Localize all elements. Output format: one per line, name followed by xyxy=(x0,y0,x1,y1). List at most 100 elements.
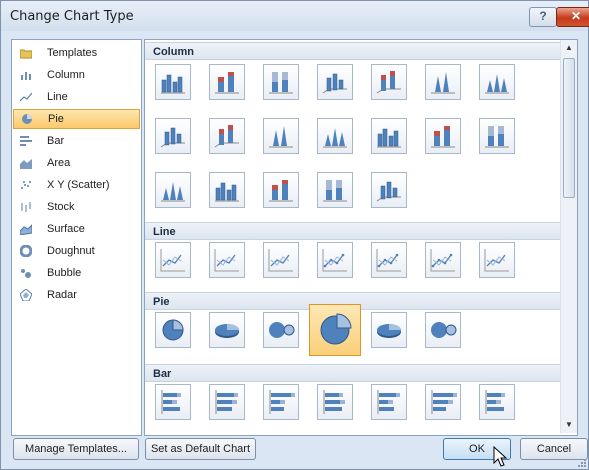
column-chart-icon xyxy=(20,69,32,81)
bar-subtype-thumbnail[interactable] xyxy=(209,384,245,420)
column-chart-icon xyxy=(269,126,293,148)
category-item-x-y-scatter-[interactable]: X Y (Scatter) xyxy=(13,175,140,195)
line-chart-icon xyxy=(322,249,347,272)
pie-chart-icon xyxy=(431,322,457,338)
category-item-bubble[interactable]: Bubble xyxy=(13,263,140,283)
line-subtype-thumbnail[interactable] xyxy=(425,242,461,278)
column-subtype-thumbnail[interactable] xyxy=(209,118,245,154)
scroll-up-arrow-icon[interactable]: ▲ xyxy=(561,40,577,56)
line-chart-icon xyxy=(160,249,185,272)
title-bar: Change Chart Type ? ✕ xyxy=(1,1,589,31)
bar-subtype-thumbnail[interactable] xyxy=(425,384,461,420)
column-subtype-thumbnail[interactable] xyxy=(263,172,299,208)
line-subtype-thumbnail[interactable] xyxy=(209,242,245,278)
radar-chart-icon xyxy=(19,288,33,302)
pie-subtype-thumbnail[interactable] xyxy=(425,312,461,348)
line-subtype-thumbnail[interactable] xyxy=(263,242,299,278)
category-item-pie[interactable]: Pie xyxy=(13,109,140,129)
column-chart-icon xyxy=(214,125,239,148)
pie-chart-icon xyxy=(215,324,239,338)
bar-subtype-thumbnail[interactable] xyxy=(371,384,407,420)
column-subtype-thumbnail[interactable] xyxy=(425,118,461,154)
section-header-column: Column xyxy=(145,42,560,60)
line-chart-icon xyxy=(484,249,509,272)
pie-chart-icon xyxy=(320,313,352,345)
category-label: Column xyxy=(47,69,85,81)
column-chart-icon xyxy=(376,181,401,202)
help-button[interactable]: ? xyxy=(529,7,557,27)
pie-subtype-thumbnail[interactable] xyxy=(371,312,407,348)
line-subtype-thumbnail[interactable] xyxy=(371,242,407,278)
bar-subtype-thumbnail[interactable] xyxy=(155,384,191,420)
category-item-templates[interactable]: Templates xyxy=(13,43,140,63)
line-subtype-thumbnail[interactable] xyxy=(479,242,515,278)
column-subtype-thumbnail[interactable] xyxy=(155,172,191,208)
bubble-chart-icon xyxy=(20,267,32,279)
category-label: Line xyxy=(47,91,68,103)
bar-chart-icon xyxy=(269,390,295,414)
column-chart-icon xyxy=(161,182,185,202)
column-chart-icon xyxy=(269,180,293,202)
pie-subtype-thumbnail[interactable] xyxy=(263,312,299,348)
category-label: Bubble xyxy=(47,267,82,279)
column-subtype-thumbnail[interactable] xyxy=(263,64,299,100)
category-item-radar[interactable]: Radar xyxy=(13,285,140,305)
column-subtype-thumbnail[interactable] xyxy=(371,118,407,154)
line-subtype-thumbnail[interactable] xyxy=(317,242,353,278)
bar-chart-icon xyxy=(215,390,238,414)
column-subtype-thumbnail[interactable] xyxy=(479,118,515,154)
category-item-bar[interactable]: Bar xyxy=(13,131,140,151)
bar-chart-icon xyxy=(485,390,505,414)
category-item-stock[interactable]: Stock xyxy=(13,197,140,217)
column-chart-icon xyxy=(215,182,239,202)
pie-subtype-thumbnail[interactable] xyxy=(309,304,361,356)
column-subtype-thumbnail[interactable] xyxy=(317,172,353,208)
category-item-area[interactable]: Area xyxy=(13,153,140,173)
bar-subtype-thumbnail[interactable] xyxy=(263,384,299,420)
bar-chart-icon xyxy=(323,390,345,414)
bar-subtype-thumbnail[interactable] xyxy=(479,384,515,420)
category-label: Pie xyxy=(48,113,64,125)
column-chart-icon xyxy=(323,128,347,148)
column-subtype-thumbnail[interactable] xyxy=(317,64,353,100)
close-button[interactable]: ✕ xyxy=(556,7,589,27)
column-chart-icon xyxy=(322,73,347,94)
column-subtype-thumbnail[interactable] xyxy=(209,172,245,208)
category-item-doughnut[interactable]: Doughnut xyxy=(13,241,140,261)
column-subtype-thumbnail[interactable] xyxy=(371,64,407,100)
category-label: Surface xyxy=(47,223,85,235)
bar-subtype-thumbnail[interactable] xyxy=(317,384,353,420)
line-chart-icon xyxy=(19,91,33,103)
column-subtype-thumbnail[interactable] xyxy=(317,118,353,154)
category-item-line[interactable]: Line xyxy=(13,87,140,107)
category-label: Templates xyxy=(47,47,98,59)
line-chart-icon xyxy=(214,249,239,272)
category-item-column[interactable]: Column xyxy=(13,65,140,85)
column-subtype-thumbnail[interactable] xyxy=(371,172,407,208)
column-subtype-thumbnail[interactable] xyxy=(263,118,299,154)
line-subtype-thumbnail[interactable] xyxy=(155,242,191,278)
column-subtype-thumbnail[interactable] xyxy=(425,64,461,100)
pie-subtype-thumbnail[interactable] xyxy=(155,312,191,348)
pie-subtype-thumbnail[interactable] xyxy=(209,312,245,348)
column-subtype-thumbnail[interactable] xyxy=(479,64,515,100)
change-chart-type-dialog: Change Chart Type ? ✕ Templates Column Lin… xyxy=(0,0,589,470)
column-chart-icon xyxy=(431,126,455,148)
category-label: Doughnut xyxy=(47,245,95,257)
pie-chart-icon xyxy=(377,324,401,338)
bar-chart-icon xyxy=(20,135,32,147)
gallery-scrollbar[interactable]: ▲ ▼ xyxy=(560,40,577,433)
chart-subtype-gallery: ▲ ▼ Column Line Pie Bar xyxy=(144,39,578,436)
column-subtype-thumbnail[interactable] xyxy=(155,118,191,154)
category-item-surface[interactable]: Surface xyxy=(13,219,140,239)
column-chart-icon xyxy=(215,72,239,94)
manage-templates-button[interactable]: Manage Templates... xyxy=(13,438,139,460)
scroll-down-arrow-icon[interactable]: ▼ xyxy=(561,417,577,433)
scrollbar-thumb[interactable] xyxy=(563,58,575,198)
set-as-default-chart-button[interactable]: Set as Default Chart xyxy=(145,438,256,460)
section-header-bar: Bar xyxy=(145,364,560,382)
resize-grip-icon[interactable] xyxy=(576,457,586,467)
column-subtype-thumbnail[interactable] xyxy=(155,64,191,100)
column-subtype-thumbnail[interactable] xyxy=(209,64,245,100)
mouse-pointer-icon xyxy=(493,446,508,467)
